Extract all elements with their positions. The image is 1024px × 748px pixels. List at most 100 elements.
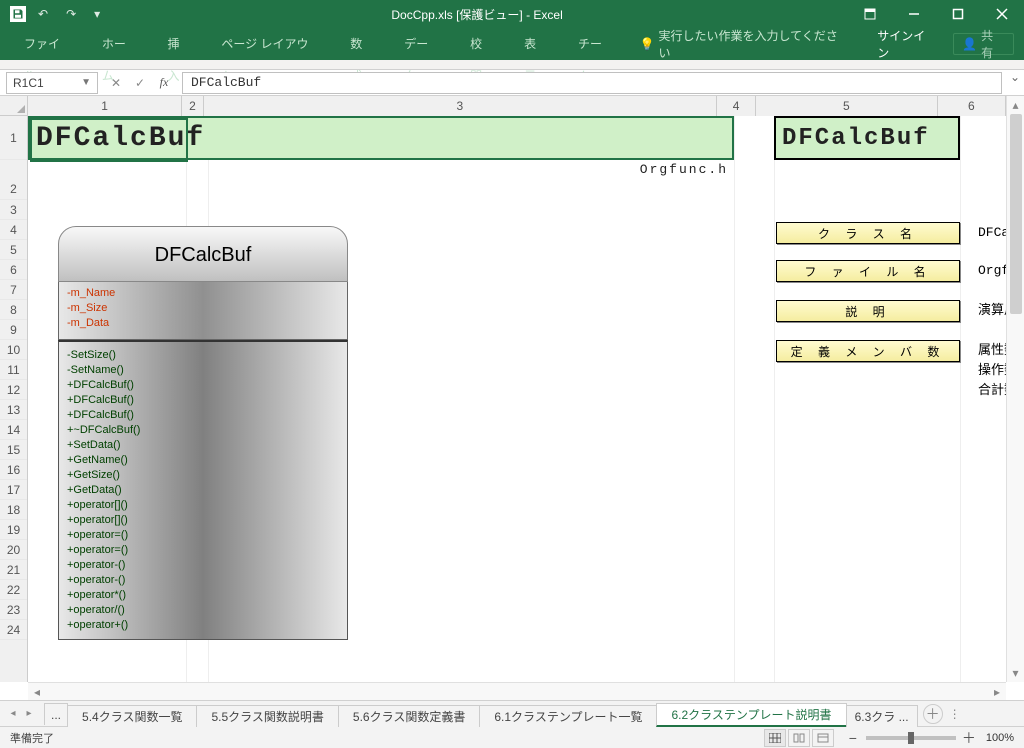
redo-button[interactable]: ↷ bbox=[60, 7, 82, 21]
formula-expand-icon[interactable]: ⌄ bbox=[1010, 70, 1020, 84]
undo-button[interactable]: ↶ bbox=[32, 7, 54, 21]
tab-view[interactable]: 表示 bbox=[510, 28, 562, 60]
label-filename[interactable]: フ ァ イ ル 名 bbox=[776, 260, 960, 282]
col-header[interactable]: 5 bbox=[756, 96, 938, 116]
tab-formulas[interactable]: 数式 bbox=[336, 28, 388, 60]
row-header[interactable]: 7 bbox=[0, 280, 27, 300]
sheet-tab[interactable]: 5.5クラス関数説明書 bbox=[196, 705, 338, 727]
chevron-down-icon[interactable]: ▼ bbox=[81, 77, 91, 88]
add-sheet-button[interactable]: ＋ bbox=[923, 704, 943, 724]
row-header[interactable]: 4 bbox=[0, 220, 27, 240]
row-header[interactable]: 6 bbox=[0, 260, 27, 280]
row-header[interactable]: 13 bbox=[0, 400, 27, 420]
col-header[interactable]: 2 bbox=[182, 96, 204, 116]
value-op-cnt[interactable]: 操作数 bbox=[970, 360, 1006, 380]
scroll-thumb[interactable] bbox=[1010, 114, 1022, 314]
cell-orgfunc[interactable]: Orgfunc.h bbox=[186, 160, 734, 180]
row-header[interactable]: 1 bbox=[0, 116, 27, 160]
tab-overflow-left[interactable]: ... bbox=[44, 703, 68, 725]
ribbon-display-icon[interactable] bbox=[848, 0, 892, 28]
row-header[interactable]: 19 bbox=[0, 520, 27, 540]
zoom-in-button[interactable]: ＋ bbox=[962, 728, 976, 748]
tab-file[interactable]: ファイル bbox=[10, 28, 86, 60]
row-header[interactable]: 23 bbox=[0, 600, 27, 620]
vertical-scrollbar[interactable]: ▴ ▾ bbox=[1006, 96, 1024, 682]
row-header[interactable]: 18 bbox=[0, 500, 27, 520]
row-header[interactable]: 17 bbox=[0, 480, 27, 500]
maximize-button[interactable] bbox=[936, 0, 980, 28]
row-header[interactable]: 15 bbox=[0, 440, 27, 460]
scroll-left-icon[interactable]: ◂ bbox=[28, 685, 46, 699]
label-classname[interactable]: ク ラ ス 名 bbox=[776, 222, 960, 244]
zoom-track[interactable] bbox=[866, 736, 956, 740]
save-icon[interactable] bbox=[10, 6, 26, 22]
tab-more-icon[interactable]: ⋮ bbox=[949, 707, 962, 721]
close-button[interactable] bbox=[980, 0, 1024, 28]
row-header[interactable]: 22 bbox=[0, 580, 27, 600]
row-header[interactable]: 3 bbox=[0, 200, 27, 220]
tab-review[interactable]: 校閲 bbox=[456, 28, 508, 60]
select-all-button[interactable] bbox=[0, 96, 28, 116]
sheet-tab-overflow[interactable]: 6.3クラ ... bbox=[846, 705, 918, 727]
row-header[interactable]: 20 bbox=[0, 540, 27, 560]
name-box[interactable]: R1C1 ▼ bbox=[6, 72, 98, 94]
enter-icon[interactable]: ✓ bbox=[130, 73, 150, 93]
value-desc[interactable]: 演算用 bbox=[970, 300, 1006, 320]
label-desc[interactable]: 説 明 bbox=[776, 300, 960, 322]
row-header[interactable]: 11 bbox=[0, 360, 27, 380]
label-members[interactable]: 定 義 メ ン バ 数 bbox=[776, 340, 960, 362]
row-header[interactable]: 21 bbox=[0, 560, 27, 580]
tab-home[interactable]: ホーム bbox=[88, 28, 152, 60]
formula-bar[interactable]: DFCalcBuf bbox=[182, 72, 1002, 94]
value-attr-cnt[interactable]: 属性数 bbox=[970, 340, 1006, 360]
tab-page-layout[interactable]: ページ レイアウト bbox=[207, 28, 334, 60]
value-classname[interactable]: DFCalc bbox=[970, 222, 1006, 242]
cell-class-title-right[interactable]: DFCalcBuf bbox=[774, 116, 960, 160]
row-header[interactable]: 10 bbox=[0, 340, 27, 360]
view-page-break-icon[interactable] bbox=[812, 729, 834, 747]
uml-title: DFCalcBuf bbox=[58, 226, 348, 282]
share-button[interactable]: 👤 共有 bbox=[953, 33, 1014, 55]
zoom-percent[interactable]: 100% bbox=[986, 732, 1014, 744]
row-header[interactable]: 5 bbox=[0, 240, 27, 260]
cancel-icon[interactable]: ✕ bbox=[106, 73, 126, 93]
zoom-out-button[interactable]: − bbox=[846, 730, 860, 746]
tab-next-icon[interactable]: ▸ bbox=[22, 706, 36, 722]
uml-class-shape[interactable]: DFCalcBuf -m_Name -m_Size -m_Data -SetSi… bbox=[58, 226, 348, 640]
view-page-layout-icon[interactable] bbox=[788, 729, 810, 747]
row-header[interactable]: 2 bbox=[0, 160, 27, 200]
cells-area[interactable]: DFCalcBuf DFCalcBuf Orgfunc.h ク ラ ス 名 DF… bbox=[28, 116, 1006, 682]
sheet-tab-active[interactable]: 6.2クラステンプレート説明書 bbox=[656, 703, 846, 727]
zoom-thumb[interactable] bbox=[908, 732, 914, 744]
col-header[interactable]: 3 bbox=[204, 96, 717, 116]
fx-icon[interactable]: fx bbox=[154, 73, 174, 93]
row-header[interactable]: 24 bbox=[0, 620, 27, 640]
tell-me-input[interactable]: 💡 実行したい作業を入力してください bbox=[630, 27, 860, 61]
sheet-tab[interactable]: 5.4クラス関数一覧 bbox=[67, 705, 197, 727]
row-header[interactable]: 9 bbox=[0, 320, 27, 340]
value-filename[interactable]: Orgfur bbox=[970, 260, 1006, 280]
sheet-tab[interactable]: 6.1クラステンプレート一覧 bbox=[479, 705, 657, 727]
row-header[interactable]: 14 bbox=[0, 420, 27, 440]
row-header[interactable]: 12 bbox=[0, 380, 27, 400]
col-header[interactable]: 1 bbox=[28, 96, 182, 116]
row-header[interactable]: 8 bbox=[0, 300, 27, 320]
col-header[interactable]: 6 bbox=[938, 96, 1006, 116]
tab-team[interactable]: チーム bbox=[564, 28, 628, 60]
scroll-down-icon[interactable]: ▾ bbox=[1007, 664, 1024, 682]
minimize-button[interactable] bbox=[892, 0, 936, 28]
scroll-right-icon[interactable]: ▸ bbox=[988, 685, 1006, 699]
sheet-tab[interactable]: 5.6クラス関数定義書 bbox=[338, 705, 480, 727]
horizontal-scrollbar[interactable]: ◂ ▸ bbox=[28, 682, 1006, 700]
scroll-up-icon[interactable]: ▴ bbox=[1007, 96, 1024, 114]
row-header[interactable]: 16 bbox=[0, 460, 27, 480]
tab-insert[interactable]: 挿入 bbox=[153, 28, 205, 60]
value-total-cnt[interactable]: 合計数 bbox=[970, 380, 1006, 400]
col-header[interactable]: 4 bbox=[717, 96, 756, 116]
view-normal-icon[interactable] bbox=[764, 729, 786, 747]
cell-class-title[interactable]: DFCalcBuf bbox=[28, 116, 734, 160]
qat-customize-icon[interactable]: ▾ bbox=[88, 7, 106, 21]
tab-data[interactable]: データ bbox=[390, 28, 454, 60]
signin-link[interactable]: サインイン bbox=[863, 27, 951, 61]
tab-prev-icon[interactable]: ◂ bbox=[6, 706, 20, 722]
